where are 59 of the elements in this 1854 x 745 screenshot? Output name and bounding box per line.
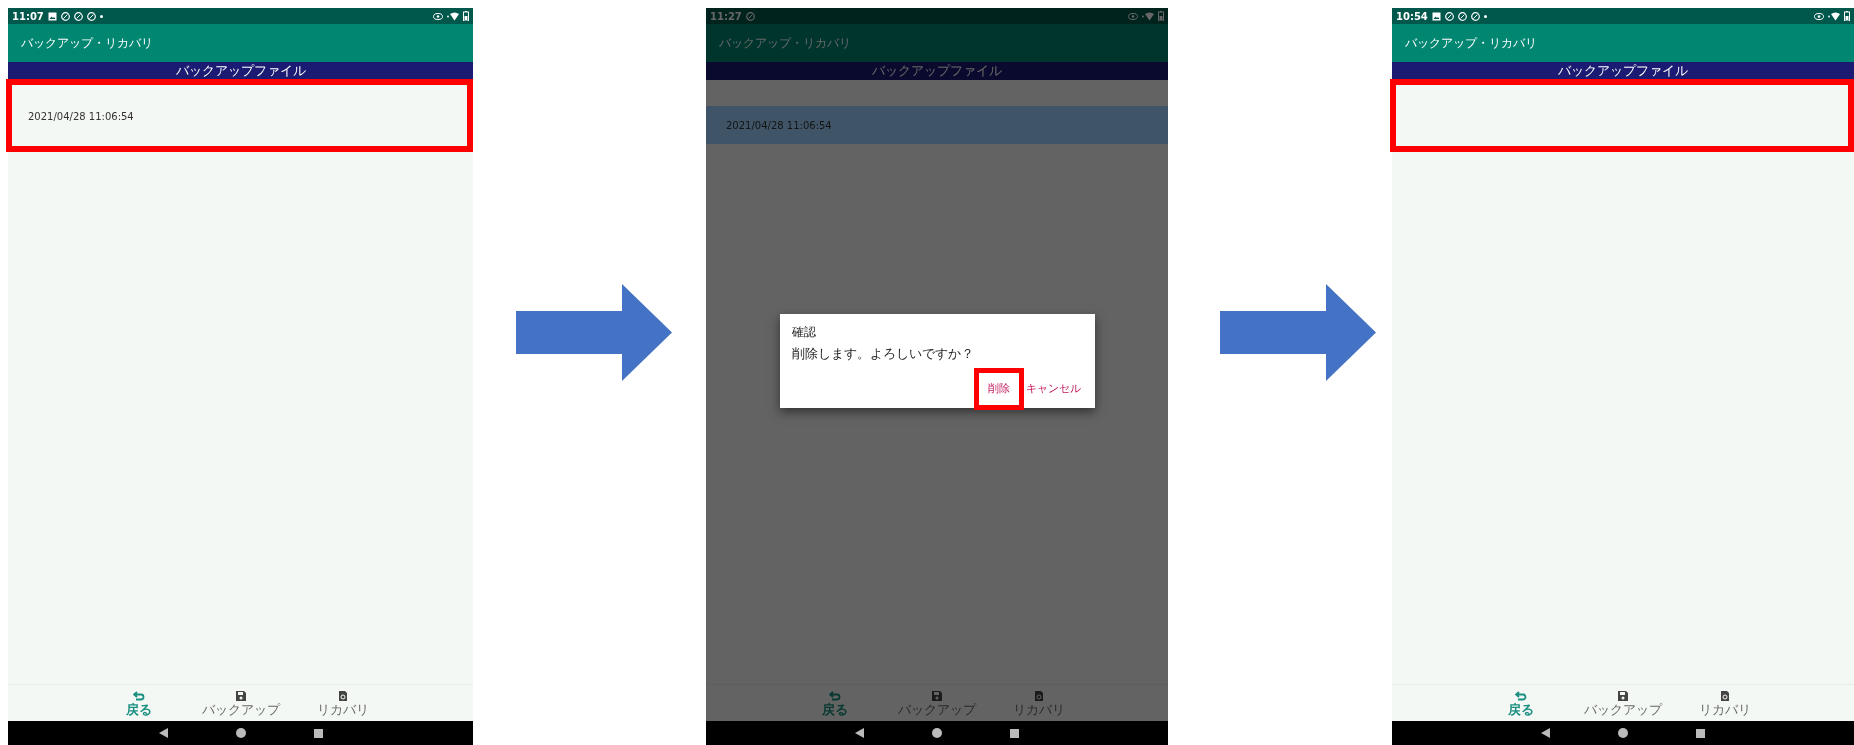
undo-icon <box>829 689 841 702</box>
section-header: バックアップファイル <box>706 62 1168 80</box>
circle-icon <box>60 11 70 21</box>
nav-tab[interactable]: 戻る <box>103 689 174 717</box>
document-icon <box>1719 689 1731 702</box>
document-icon <box>336 689 349 702</box>
battery-icon <box>1158 11 1164 21</box>
image-icon <box>1431 11 1441 21</box>
eye-icon <box>433 12 443 20</box>
dialog-button[interactable]: キャンセル <box>1023 378 1083 398</box>
circle-icon <box>1444 11 1454 21</box>
section-header: バックアップファイル <box>8 62 473 80</box>
circle-icon <box>86 11 96 21</box>
recents-icon[interactable] <box>313 728 323 738</box>
app-title: バックアップ・リカバリ <box>1405 34 1537 52</box>
wifi-icon <box>1828 11 1840 21</box>
save-icon <box>1617 689 1629 702</box>
wifi-icon <box>447 11 459 21</box>
arrow-icon <box>516 284 672 381</box>
home-icon[interactable] <box>235 728 246 738</box>
undo-icon <box>1515 689 1527 702</box>
circle-icon <box>73 11 83 21</box>
nav-tab[interactable]: 戻る <box>1486 689 1556 717</box>
circle-icon <box>1457 11 1467 21</box>
circle-icon <box>745 11 755 21</box>
wifi-icon <box>1142 11 1154 21</box>
nav-tab[interactable]: バックアップ <box>201 689 280 717</box>
home-icon[interactable] <box>932 728 942 738</box>
status-time: 11:07 <box>12 10 44 22</box>
circle-icon <box>1470 11 1480 21</box>
app-title: バックアップ・リカバリ <box>719 34 851 52</box>
section-header: バックアップファイル <box>1392 62 1854 80</box>
arrow-icon <box>1220 284 1376 381</box>
save-icon <box>234 689 247 702</box>
back-icon[interactable] <box>855 728 864 738</box>
dialog-button[interactable]: 削除 <box>985 378 1012 398</box>
home-icon[interactable] <box>1618 728 1628 738</box>
back-icon[interactable] <box>1541 728 1550 738</box>
document-icon <box>1033 689 1045 702</box>
image-icon <box>47 11 57 21</box>
recents-icon[interactable] <box>1696 728 1705 738</box>
status-time: 11:27 <box>710 10 742 22</box>
eye-icon <box>1814 12 1824 20</box>
nav-tab[interactable]: バックアップ <box>1584 689 1662 717</box>
nav-tab[interactable]: リカバリ <box>307 689 378 717</box>
recents-icon[interactable] <box>1010 728 1019 738</box>
battery-icon <box>463 11 469 21</box>
back-icon[interactable] <box>158 728 168 738</box>
status-time: 10:54 <box>1396 10 1428 22</box>
nav-tab[interactable]: リカバリ <box>1690 689 1760 717</box>
dialog-title: 確認 <box>791 323 817 341</box>
dot-icon <box>99 14 103 18</box>
undo-icon <box>132 689 145 702</box>
app-title: バックアップ・リカバリ <box>21 34 153 52</box>
eye-icon <box>1128 12 1138 20</box>
battery-icon <box>1844 11 1850 21</box>
save-icon <box>931 689 943 702</box>
dialog-message: 削除します。よろしいですか？ <box>791 344 975 363</box>
dot-icon <box>1483 14 1487 18</box>
